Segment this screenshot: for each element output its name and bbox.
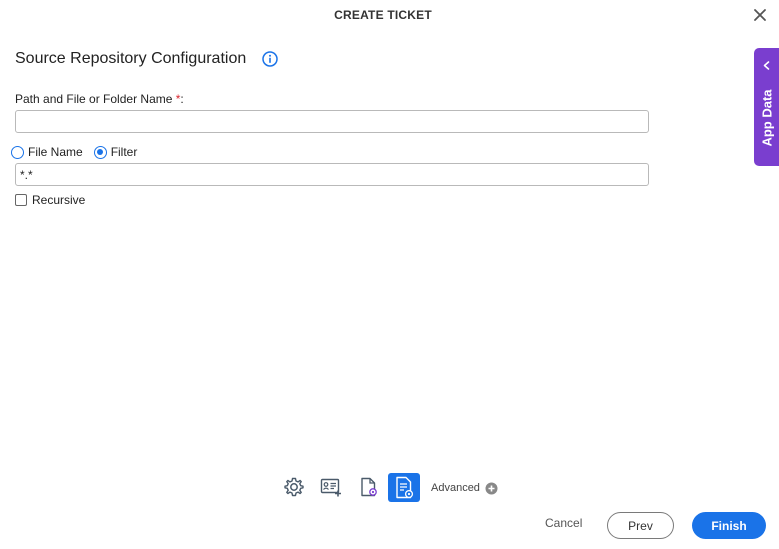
recursive-label: Recursive [32,193,86,207]
recursive-checkbox-box[interactable] [15,194,27,206]
recursive-checkbox[interactable]: Recursive [15,193,85,207]
radio-filter-label: Filter [110,145,138,159]
cancel-button[interactable]: Cancel [545,516,582,530]
plus-circle-icon[interactable] [485,482,498,495]
finish-button[interactable]: Finish [692,512,766,539]
advanced-link[interactable]: Advanced [431,482,480,494]
radio-filter-circle[interactable] [93,145,107,159]
app-data-side-tab[interactable]: App Data [754,48,779,166]
radio-filter[interactable]: Filter [93,145,138,159]
radio-file-name-label: File Name [28,145,83,159]
filter-input[interactable] [15,163,649,186]
prev-button[interactable]: Prev [607,512,674,539]
radio-file-name-circle[interactable] [11,145,24,159]
path-label-text: Path and File or Folder Name [15,92,173,106]
document-list-settings-icon[interactable] [388,473,420,502]
section-title: Source Repository Configuration [15,50,247,67]
radio-file-name[interactable]: File Name [11,145,83,159]
gear-icon[interactable] [282,475,306,499]
path-input[interactable] [15,110,649,133]
id-card-add-icon[interactable] [319,475,343,499]
create-ticket-dialog: CREATE TICKET Source Repository Configur… [0,0,779,549]
info-icon[interactable] [262,51,278,67]
close-icon[interactable] [751,6,769,24]
path-field-label: Path and File or Folder Name *: [15,92,184,106]
dialog-title: CREATE TICKET [334,8,432,22]
label-colon: : [180,92,184,106]
app-data-label: App Data [759,89,774,147]
document-settings-icon[interactable] [357,475,381,499]
match-mode-radio-group: File Name Filter [11,144,148,160]
